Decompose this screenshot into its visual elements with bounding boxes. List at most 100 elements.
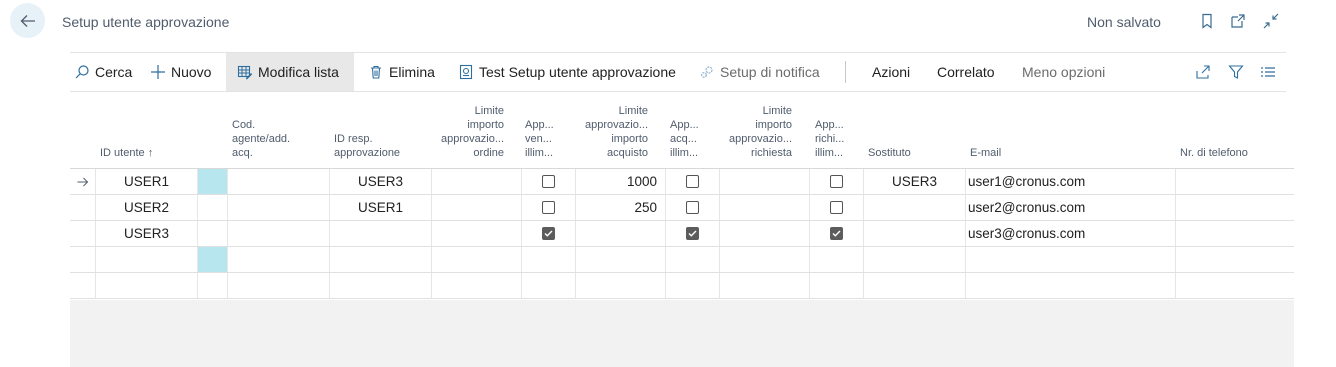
request-limit-cell[interactable] (719, 195, 809, 220)
sales-limit-cell[interactable] (431, 169, 521, 194)
purchase-limit-cell[interactable]: 250 (575, 195, 665, 220)
back-button[interactable] (10, 3, 45, 38)
table-row[interactable] (70, 273, 1294, 299)
email-cell[interactable]: user3@cronus.com (965, 221, 1175, 246)
table-row[interactable]: USER1 USER3 1000 USER3 user1@cronus.com (70, 169, 1294, 195)
purchase-unlimited-cell[interactable] (665, 169, 719, 194)
purchase-unlimited-cell[interactable] (665, 195, 719, 220)
substitute-cell[interactable]: USER3 (863, 169, 965, 194)
sales-unlimited-cell[interactable] (521, 273, 575, 298)
salesperson-cell[interactable] (227, 221, 329, 246)
fewer-options-button[interactable]: Meno opzioni (1022, 53, 1105, 91)
col-approver-id[interactable]: ID resp. approvazione (334, 132, 400, 160)
checkbox[interactable] (830, 175, 843, 188)
purchase-limit-cell[interactable] (575, 273, 665, 298)
request-unlimited-cell[interactable] (809, 273, 863, 298)
sales-limit-cell[interactable] (431, 195, 521, 220)
sales-unlimited-cell[interactable] (521, 169, 575, 194)
row-selector[interactable] (70, 247, 95, 272)
user-id-cell[interactable] (95, 247, 197, 272)
checkbox[interactable] (686, 175, 699, 188)
checkbox-checked[interactable] (542, 227, 555, 240)
actions-menu[interactable]: Azioni (872, 53, 910, 91)
related-menu[interactable]: Correlato (937, 53, 995, 91)
salesperson-cell[interactable] (227, 195, 329, 220)
table-row[interactable]: USER2 USER1 250 user2@cronus.com (70, 195, 1294, 221)
sales-unlimited-cell[interactable] (521, 221, 575, 246)
approver-id-cell[interactable] (329, 273, 431, 298)
request-unlimited-cell[interactable] (809, 195, 863, 220)
test-setup-button[interactable]: Test Setup utente approvazione (458, 53, 676, 91)
row-selector[interactable] (70, 221, 95, 246)
request-unlimited-cell[interactable] (809, 221, 863, 246)
share-button[interactable] (1195, 53, 1211, 91)
col-unlimited-sales[interactable]: App... ven... illim... (525, 118, 554, 160)
phone-cell[interactable] (1175, 221, 1294, 246)
sales-unlimited-cell[interactable] (521, 247, 575, 272)
user-id-cell[interactable] (95, 273, 197, 298)
salesperson-cell[interactable] (227, 247, 329, 272)
phone-cell[interactable] (1175, 273, 1294, 298)
sales-limit-cell[interactable] (431, 247, 521, 272)
user-id-cell[interactable]: USER3 (95, 221, 197, 246)
request-unlimited-cell[interactable] (809, 169, 863, 194)
email-cell[interactable]: user1@cronus.com (965, 169, 1175, 194)
purchase-limit-cell[interactable] (575, 221, 665, 246)
delete-button[interactable]: Elimina (368, 53, 435, 91)
col-salesperson-code[interactable]: Cod. agente/add. acq. (232, 118, 290, 160)
approver-id-cell[interactable] (329, 221, 431, 246)
purchase-unlimited-cell[interactable] (665, 247, 719, 272)
request-unlimited-cell[interactable] (809, 247, 863, 272)
list-view-button[interactable] (1260, 53, 1276, 91)
user-id-cell[interactable]: USER2 (95, 195, 197, 220)
checkbox-checked[interactable] (830, 227, 843, 240)
row-selector[interactable] (70, 169, 95, 194)
sales-unlimited-cell[interactable] (521, 195, 575, 220)
col-email[interactable]: E-mail (970, 146, 1001, 160)
request-limit-cell[interactable] (719, 221, 809, 246)
purchase-limit-cell[interactable] (575, 247, 665, 272)
col-unlimited-request[interactable]: App... richi... illim... (815, 118, 844, 160)
open-new-window-icon[interactable] (1229, 12, 1247, 30)
col-purchase-amount-limit[interactable]: Limite approvazio... importo acquisto (585, 104, 648, 160)
col-substitute[interactable]: Sostituto (868, 146, 911, 160)
phone-cell[interactable] (1175, 169, 1294, 194)
edit-list-button[interactable]: Modifica lista (226, 53, 354, 91)
table-row[interactable] (70, 247, 1294, 273)
substitute-cell[interactable] (863, 273, 965, 298)
approver-id-cell[interactable] (329, 247, 431, 272)
sales-limit-cell[interactable] (431, 273, 521, 298)
request-limit-cell[interactable] (719, 169, 809, 194)
row-selector[interactable] (70, 273, 95, 298)
collapse-icon[interactable] (1262, 12, 1280, 30)
request-limit-cell[interactable] (719, 247, 809, 272)
salesperson-cell[interactable] (227, 169, 329, 194)
phone-cell[interactable] (1175, 247, 1294, 272)
filter-button[interactable] (1228, 53, 1244, 91)
purchase-unlimited-cell[interactable] (665, 273, 719, 298)
col-sales-amount-limit[interactable]: Limite importo approvazio... ordine (441, 104, 504, 160)
user-id-cell[interactable]: USER1 (95, 169, 197, 194)
checkbox[interactable] (686, 201, 699, 214)
substitute-cell[interactable] (863, 195, 965, 220)
col-user-id[interactable]: ID utente ↑ (100, 146, 153, 160)
salesperson-cell[interactable] (227, 273, 329, 298)
checkbox[interactable] (830, 201, 843, 214)
request-limit-cell[interactable] (719, 273, 809, 298)
email-cell[interactable] (965, 247, 1175, 272)
approver-id-cell[interactable]: USER1 (329, 195, 431, 220)
notification-setup-button[interactable]: Setup di notifica (699, 53, 820, 91)
col-request-amount-limit[interactable]: Limite importo approvazio... richiesta (729, 104, 792, 160)
checkbox[interactable] (542, 201, 555, 214)
substitute-cell[interactable] (863, 221, 965, 246)
purchase-limit-cell[interactable]: 1000 (575, 169, 665, 194)
col-phone[interactable]: Nr. di telefono (1180, 146, 1248, 160)
phone-cell[interactable] (1175, 195, 1294, 220)
email-cell[interactable]: user2@cronus.com (965, 195, 1175, 220)
bookmark-icon[interactable] (1198, 12, 1216, 30)
checkbox[interactable] (542, 175, 555, 188)
checkbox-checked[interactable] (686, 227, 699, 240)
purchase-unlimited-cell[interactable] (665, 221, 719, 246)
row-selector[interactable] (70, 195, 95, 220)
substitute-cell[interactable] (863, 247, 965, 272)
